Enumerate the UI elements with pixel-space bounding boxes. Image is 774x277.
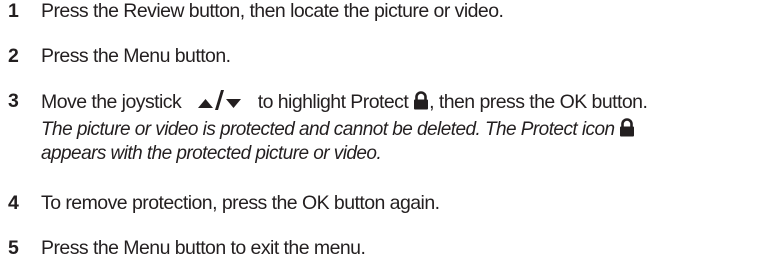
step-3-text-middle: to highlight Protect [257,91,409,113]
step-text: To remove protection, press the OK butto… [41,192,440,214]
step-text: Press the Review button, then locate the… [41,0,504,22]
slash-icon [214,90,225,110]
lock-icon [619,118,635,137]
step-3-text-start: Move the joystick [41,91,182,113]
note-text: appears with the protected picture or vi… [41,143,382,164]
step-number: 3 [8,90,19,112]
step-3-note-line-1: The picture or video is protected and ca… [41,118,635,143]
step-number: 2 [8,45,19,67]
down-arrow-icon [225,98,242,110]
up-arrow-icon [197,98,214,110]
step-3-text-end: , then press the OK button. [429,91,648,113]
protect-instructions: 1 Press the Review button, then locate t… [0,0,774,277]
note-text: The picture or video is protected and ca… [41,119,615,140]
step-text: Press the Menu button. [41,45,231,67]
lock-icon [413,91,429,110]
step-text: Move the joystick to highlight Protect ,… [41,90,648,113]
step-number: 5 [8,237,19,259]
step-number: 4 [8,192,19,214]
step-number: 1 [8,0,19,22]
step-text: Press the Menu button to exit the menu. [41,237,366,259]
step-3-note-line-2: appears with the protected picture or vi… [41,142,382,167]
